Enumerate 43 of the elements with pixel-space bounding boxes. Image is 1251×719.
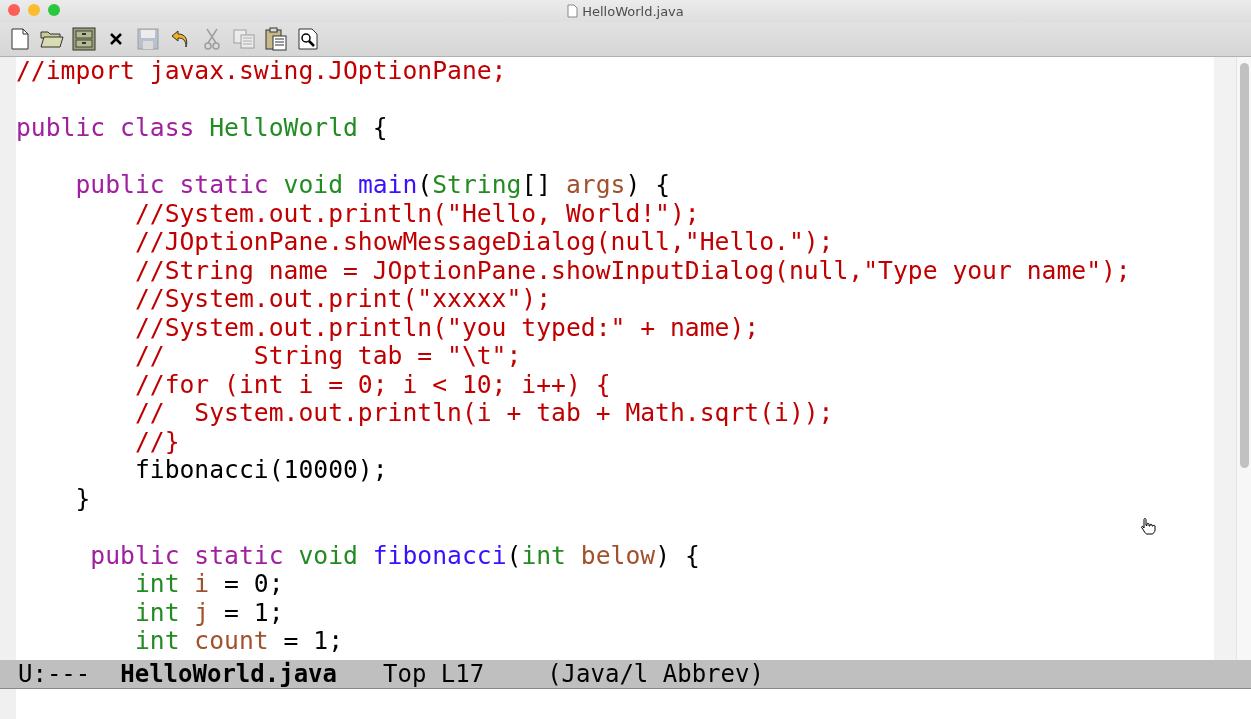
zoom-window-button[interactable] [48, 4, 60, 16]
code-line: //System.out.print("xxxxx"); [133, 285, 553, 314]
blank-page-icon [10, 28, 30, 50]
document-icon [567, 4, 579, 18]
major-mode: (Java/l Abbrev) [547, 660, 764, 688]
code-line: //System.out.println("you typed:" + name); [133, 313, 761, 342]
scrollbar-thumb[interactable] [1239, 63, 1249, 468]
code-line: //System.out.println("Hello, World!"); [133, 199, 701, 228]
buffer-status: U:--- [18, 660, 91, 688]
hand-cursor-icon [1140, 517, 1156, 535]
scrollbar[interactable] [1237, 57, 1251, 660]
code-line: //String name = JOptionPane.showInputDialog(null,"Type your name"); [133, 256, 1132, 285]
code-line: //for (int i = 0; i < 10; i++) { [133, 370, 612, 399]
code-line: public class HelloWorld { [16, 114, 389, 143]
toolbar-button[interactable] [72, 27, 96, 51]
code-line: //JOptionPane.showMessageDialog(null,"Hello."); [133, 228, 835, 257]
code-line: int count = 1; [133, 627, 344, 656]
toolbar-button[interactable] [264, 27, 288, 51]
code-line: int i = 0; [133, 570, 285, 599]
echo-area-fringe [0, 689, 16, 719]
buffer-position: Top L17 [383, 660, 485, 688]
code-line: //} [133, 427, 181, 456]
search-icon [298, 28, 318, 50]
close-window-button[interactable] [8, 4, 20, 16]
file-cabinet-icon [72, 27, 96, 51]
code-line: fibonacci(10000); [133, 456, 389, 485]
code-line: int j = 1; [133, 598, 285, 627]
copy-pages-icon [233, 29, 255, 49]
code-line: } [74, 484, 92, 513]
buffer-name: HelloWorld.java [120, 660, 337, 688]
window-title: HelloWorld.java [582, 3, 684, 19]
code-line: //import javax.swing.JOptionPane; [16, 57, 508, 86]
code-line: public static void fibonacci(int below) { [89, 541, 701, 570]
minimize-window-button[interactable] [28, 4, 40, 16]
code-line: // System.out.println(i + tab + Math.sqrt(i)); [133, 399, 835, 428]
close-icon [110, 33, 122, 45]
toolbar-button[interactable] [296, 27, 320, 51]
undo-arrow-icon [171, 29, 189, 49]
scissors-icon [204, 28, 220, 50]
clipboard-icon [265, 27, 287, 51]
folder-icon [40, 29, 64, 49]
code-line: // String tab = "\t"; [133, 342, 523, 371]
code-line: public static void main(String[] args) { [74, 171, 672, 200]
